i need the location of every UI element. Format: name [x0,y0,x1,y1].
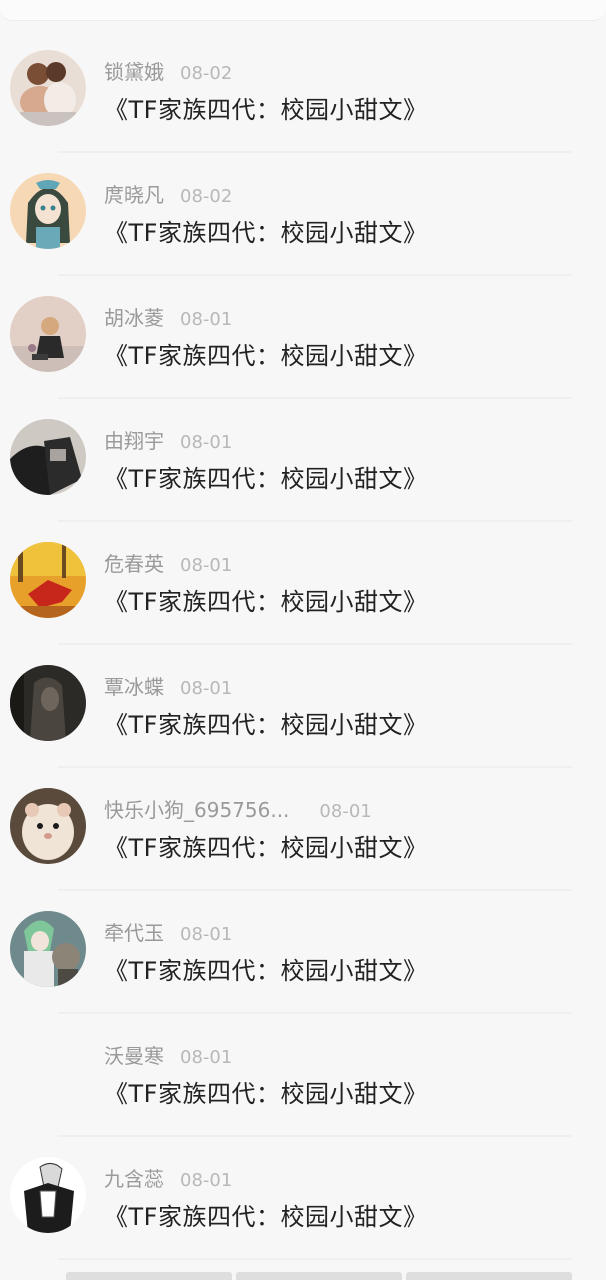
book-title[interactable]: 《TF家族四代：校园小甜文》 [104,336,427,371]
top-card-edge [0,0,606,21]
book-title[interactable]: 《TF家族四代：校园小甜文》 [104,90,427,125]
comment-meta: 锁黛娥 08-02 [104,56,233,85]
list-item[interactable]: 由翔宇 08-01 《TF家族四代：校园小甜文》 [0,399,606,522]
book-title[interactable]: 《TF家族四代：校园小甜文》 [104,582,427,617]
avatar[interactable] [10,296,86,372]
sketch-figure-icon [10,1157,86,1233]
list-item[interactable]: 沃曼寒 08-01 《TF家族四代：校园小甜文》 [0,1014,606,1137]
couple-photo-icon [10,50,86,126]
bottom-tab[interactable] [406,1272,572,1280]
book-title[interactable]: 《TF家族四代：校园小甜文》 [104,1074,427,1109]
user-name[interactable]: 九含蕊 [104,1163,164,1192]
avatar[interactable] [10,419,86,495]
user-name[interactable]: 庹晓凡 [104,179,164,208]
user-name[interactable]: 胡冰菱 [104,302,164,331]
dark-photo-icon [10,419,86,495]
comment-date: 08-02 [180,63,233,84]
user-name[interactable]: 覃冰蝶 [104,671,164,700]
user-name[interactable]: 由翔宇 [104,425,164,454]
list-item[interactable]: 锁黛娥 08-02 《TF家族四代：校园小甜文》 [0,30,606,153]
comment-date: 08-01 [180,432,233,453]
avatar[interactable] [10,788,86,864]
comment-date: 08-01 [180,555,233,576]
list-item[interactable]: 庹晓凡 08-02 《TF家族四代：校园小甜文》 [0,153,606,276]
avatar[interactable] [10,1157,86,1233]
bottom-tab[interactable] [236,1272,402,1280]
avatar[interactable] [10,50,86,126]
autumn-leaf-icon [10,542,86,618]
book-title[interactable]: 《TF家族四代：校园小甜文》 [104,213,427,248]
comment-meta: 沃曼寒 08-01 [104,1040,233,1069]
comment-meta: 胡冰菱 08-01 [104,302,233,331]
book-title[interactable]: 《TF家族四代：校园小甜文》 [104,828,427,863]
comment-date: 08-02 [180,186,233,207]
comment-meta: 覃冰蝶 08-01 [104,671,233,700]
comment-meta: 快乐小狗_695756... 08-01 [104,794,372,823]
avatar[interactable] [10,1034,86,1110]
anime-girl-icon [10,173,86,249]
user-name[interactable]: 牵代玉 [104,917,164,946]
comment-date: 08-01 [180,1170,233,1191]
avatar[interactable] [10,665,86,741]
comment-meta: 危春英 08-01 [104,548,233,577]
user-name[interactable]: 锁黛娥 [104,56,164,85]
comment-meta: 庹晓凡 08-02 [104,179,233,208]
avatar[interactable] [10,542,86,618]
book-title[interactable]: 《TF家族四代：校园小甜文》 [104,1197,427,1232]
bottom-toolbar-edge [66,1272,572,1280]
comment-date: 08-01 [319,801,372,822]
anime-character-icon [10,911,86,987]
hamster-icon [10,788,86,864]
comment-date: 08-01 [180,924,233,945]
comment-list: 锁黛娥 08-02 《TF家族四代：校园小甜文》 庹晓凡 08-02 《TF家族四代… [0,30,606,1260]
list-item[interactable]: 危春英 08-01 《TF家族四代：校园小甜文》 [0,522,606,645]
comment-meta: 九含蕊 08-01 [104,1163,233,1192]
book-title[interactable]: 《TF家族四代：校园小甜文》 [104,951,427,986]
dark-portrait-icon [10,665,86,741]
avatar[interactable] [10,173,86,249]
list-item[interactable]: 九含蕊 08-01 《TF家族四代：校园小甜文》 [0,1137,606,1260]
bottom-tab[interactable] [66,1272,232,1280]
avatar[interactable] [10,911,86,987]
book-title[interactable]: 《TF家族四代：校园小甜文》 [104,459,427,494]
user-name[interactable]: 沃曼寒 [104,1040,164,1069]
comment-meta: 由翔宇 08-01 [104,425,233,454]
list-item[interactable]: 覃冰蝶 08-01 《TF家族四代：校园小甜文》 [0,645,606,768]
divider [58,1258,572,1260]
list-item[interactable]: 牵代玉 08-01 《TF家族四代：校园小甜文》 [0,891,606,1014]
comment-meta: 牵代玉 08-01 [104,917,233,946]
user-name[interactable]: 快乐小狗_695756... [104,794,289,823]
girl-sitting-icon [10,296,86,372]
book-title[interactable]: 《TF家族四代：校园小甜文》 [104,705,427,740]
comment-date: 08-01 [180,1047,233,1068]
list-item[interactable]: 胡冰菱 08-01 《TF家族四代：校园小甜文》 [0,276,606,399]
comment-date: 08-01 [180,678,233,699]
list-item[interactable]: 快乐小狗_695756... 08-01 《TF家族四代：校园小甜文》 [0,768,606,891]
user-name[interactable]: 危春英 [104,548,164,577]
comment-date: 08-01 [180,309,233,330]
